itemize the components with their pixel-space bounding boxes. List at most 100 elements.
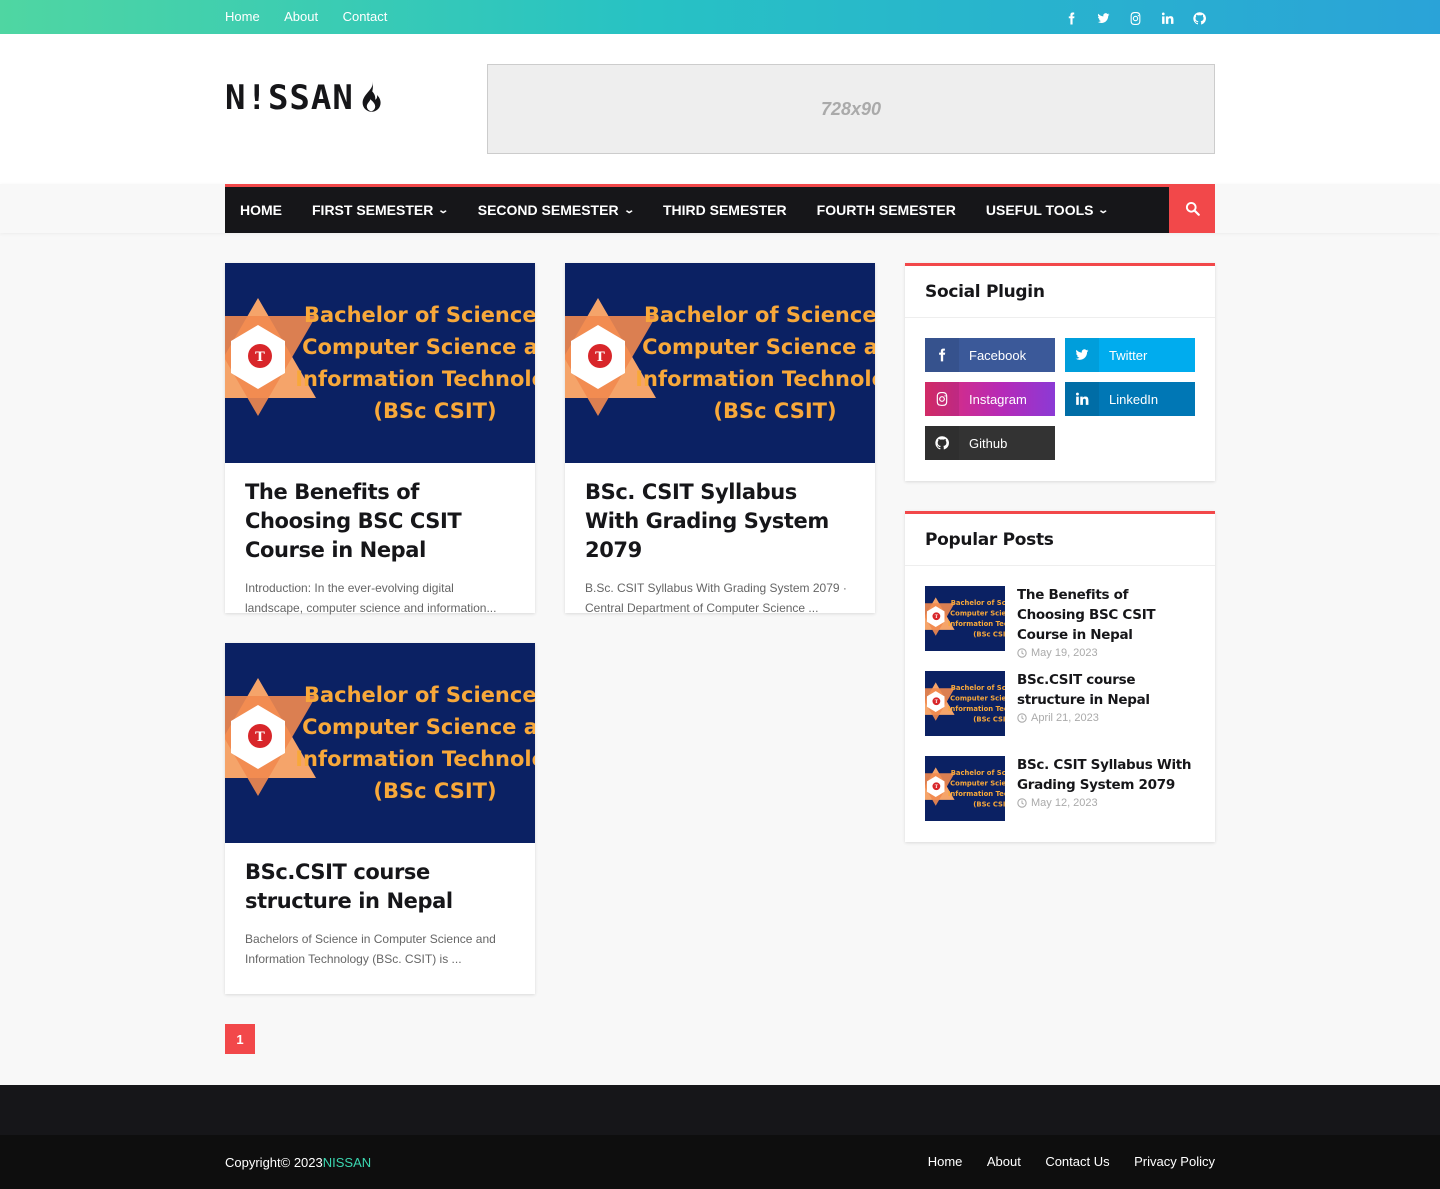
- svg-text:Computer Science and: Computer Science and: [302, 335, 535, 359]
- popular-post-title[interactable]: The Benefits of Choosing BSC CSIT Course…: [1017, 585, 1195, 645]
- svg-text:(BSc CSIT): (BSc CSIT): [973, 715, 1005, 723]
- nav-item-useful-tools[interactable]: Useful Tools ⌄: [971, 187, 1123, 233]
- post-snippet: Introduction: In the ever-evolving digit…: [245, 581, 497, 615]
- nav-label: Home: [240, 202, 282, 218]
- svg-text:(BSc CSIT): (BSc CSIT): [973, 630, 1005, 638]
- svg-text:Computer Science and: Computer Science and: [950, 610, 1005, 618]
- post-title[interactable]: BSc. CSIT Syllabus With Grading System 2…: [585, 478, 855, 565]
- svg-text:T: T: [255, 730, 265, 745]
- social-label: Instagram: [969, 391, 1027, 407]
- top-link-contact[interactable]: Contact: [343, 9, 388, 24]
- popular-post-item[interactable]: TBachelor of Science inComputer Science …: [925, 585, 1195, 659]
- popular-post-thumbnail[interactable]: TBachelor of Science inComputer Science …: [925, 756, 1005, 821]
- post-title[interactable]: BSc.CSIT course structure in Nepal: [245, 858, 515, 916]
- svg-text:(BSc CSIT): (BSc CSIT): [373, 779, 496, 803]
- twitter-button[interactable]: Twitter: [1065, 338, 1195, 372]
- twitter-icon[interactable]: [1087, 9, 1119, 24]
- thumbnail-image: TBachelor of Science inComputer Science …: [565, 263, 875, 463]
- post-thumbnail[interactable]: T Bachelor of Science in Computer Science …: [225, 263, 535, 463]
- top-social: [1055, 9, 1215, 25]
- svg-text:Information Technology: Information Technology: [295, 747, 535, 771]
- main-nav: Home First Semester ⌄ Second Semester ⌄ Th…: [225, 184, 1215, 233]
- site-header: N!SSAN 728x90: [0, 34, 1440, 184]
- ad-banner[interactable]: 728x90: [487, 64, 1215, 154]
- instagram-icon: [925, 382, 959, 416]
- nav-item-third-semester[interactable]: Third Semester: [648, 187, 802, 233]
- svg-text:T: T: [595, 350, 605, 365]
- svg-text:Bachelor of Science in: Bachelor of Science in: [304, 683, 535, 707]
- nav-label: Second Semester: [477, 202, 619, 218]
- social-label: LinkedIn: [1109, 391, 1159, 407]
- popular-post-thumbnail[interactable]: TBachelor of Science inComputer Science …: [925, 671, 1005, 736]
- nav-label: Fourth Semester: [816, 202, 956, 218]
- widget-title: Social Plugin: [905, 266, 1215, 318]
- post-card[interactable]: T Bachelor of Science in Computer Science …: [225, 643, 535, 994]
- svg-text:Bachelor of Science in: Bachelor of Science in: [951, 599, 1005, 607]
- thumbnail-image: TBachelor of Science inComputer Science …: [925, 756, 1005, 821]
- popular-post-item[interactable]: TBachelor of Science inComputer Science …: [925, 671, 1195, 736]
- date-text: May 19, 2023: [1031, 647, 1098, 659]
- clock-icon: [1017, 798, 1027, 808]
- footer-link-home[interactable]: Home: [928, 1154, 963, 1169]
- flame-icon: [362, 81, 381, 112]
- github-icon[interactable]: [1183, 9, 1215, 24]
- twitter-icon: [1065, 338, 1099, 372]
- nav-item-fourth-semester[interactable]: Fourth Semester: [802, 187, 971, 233]
- site-logo[interactable]: N!SSAN: [225, 78, 386, 118]
- copyright-text: Copyright© 2023: [225, 1154, 323, 1170]
- nav-label: Third Semester: [662, 202, 787, 218]
- thumbnail-image: TBachelor of Science inComputer Science …: [925, 671, 1005, 736]
- ad-label: 728x90: [820, 98, 882, 119]
- svg-text:Information Technology: Information Technology: [948, 790, 1005, 798]
- svg-text:Bachelor of Science in: Bachelor of Science in: [951, 684, 1005, 692]
- widget-title: Popular Posts: [905, 514, 1215, 566]
- post-thumbnail[interactable]: T Bachelor of Science in Computer Science …: [565, 263, 875, 463]
- popular-post-item[interactable]: TBachelor of Science inComputer Science …: [925, 756, 1195, 821]
- instagram-button[interactable]: Instagram: [925, 382, 1055, 416]
- linkedin-icon: [1065, 382, 1099, 416]
- top-link-home[interactable]: Home: [225, 9, 260, 24]
- post-thumbnail[interactable]: T Bachelor of Science in Computer Science …: [225, 643, 535, 843]
- facebook-button[interactable]: Facebook: [925, 338, 1055, 372]
- github-button[interactable]: Github: [925, 426, 1055, 460]
- svg-text:T: T: [255, 350, 265, 365]
- svg-text:(BSc CSIT): (BSc CSIT): [713, 399, 836, 423]
- page-number-current[interactable]: 1: [225, 1024, 255, 1054]
- clock-icon: [1017, 648, 1027, 658]
- popular-post-title[interactable]: BSc.CSIT course structure in Nepal: [1017, 670, 1195, 710]
- post-card[interactable]: T Bachelor of Science in Computer Science …: [225, 263, 535, 615]
- instagram-icon[interactable]: [1119, 9, 1151, 25]
- svg-text:Information Technology: Information Technology: [635, 367, 875, 391]
- footer-link-about[interactable]: About: [987, 1154, 1021, 1169]
- popular-post-title[interactable]: BSc. CSIT Syllabus With Grading System 2…: [1017, 755, 1195, 795]
- linkedin-button[interactable]: LinkedIn: [1065, 382, 1195, 416]
- post-title[interactable]: The Benefits of Choosing BSC CSIT Course…: [245, 478, 515, 565]
- nav-label: Useful Tools: [985, 202, 1094, 218]
- footer-link-privacy-policy[interactable]: Privacy Policy: [1134, 1154, 1215, 1169]
- popular-posts-widget: Popular Posts TBachelor of Science inCom…: [905, 511, 1215, 842]
- top-link-about[interactable]: About: [284, 9, 318, 24]
- search-button[interactable]: [1169, 184, 1215, 233]
- nav-item-home[interactable]: Home: [225, 187, 297, 233]
- clock-icon: [1017, 713, 1027, 723]
- svg-text:Bachelor of Science in: Bachelor of Science in: [644, 303, 875, 327]
- svg-text:Computer Science and: Computer Science and: [302, 715, 535, 739]
- nav-label: First Semester: [312, 202, 434, 218]
- facebook-icon[interactable]: [1055, 9, 1087, 24]
- post-snippet: Bachelors of Science in Computer Science…: [245, 932, 496, 966]
- date-text: May 12, 2023: [1031, 797, 1098, 809]
- footer-brand-link[interactable]: NISSAN: [323, 1155, 371, 1170]
- nav-item-first-semester[interactable]: First Semester ⌄: [297, 187, 463, 233]
- footer-link-contact-us[interactable]: Contact Us: [1045, 1154, 1109, 1169]
- thumbnail-image: TBachelor of Science inComputer Science …: [225, 263, 535, 463]
- date-text: April 21, 2023: [1031, 712, 1099, 724]
- thumbnail-image: T Bachelor of Science in Computer Science …: [225, 643, 535, 843]
- post-card[interactable]: T Bachelor of Science in Computer Science …: [565, 263, 875, 615]
- linkedin-icon[interactable]: [1151, 9, 1183, 24]
- copyright: Copyright© 2023NISSAN: [225, 1155, 371, 1170]
- popular-post-thumbnail[interactable]: TBachelor of Science inComputer Science …: [925, 586, 1005, 651]
- svg-text:Bachelor of Science in: Bachelor of Science in: [951, 769, 1005, 777]
- svg-text:(BSc CSIT): (BSc CSIT): [973, 800, 1005, 808]
- nav-item-second-semester[interactable]: Second Semester ⌄: [463, 187, 648, 233]
- social-label: Github: [969, 435, 1008, 451]
